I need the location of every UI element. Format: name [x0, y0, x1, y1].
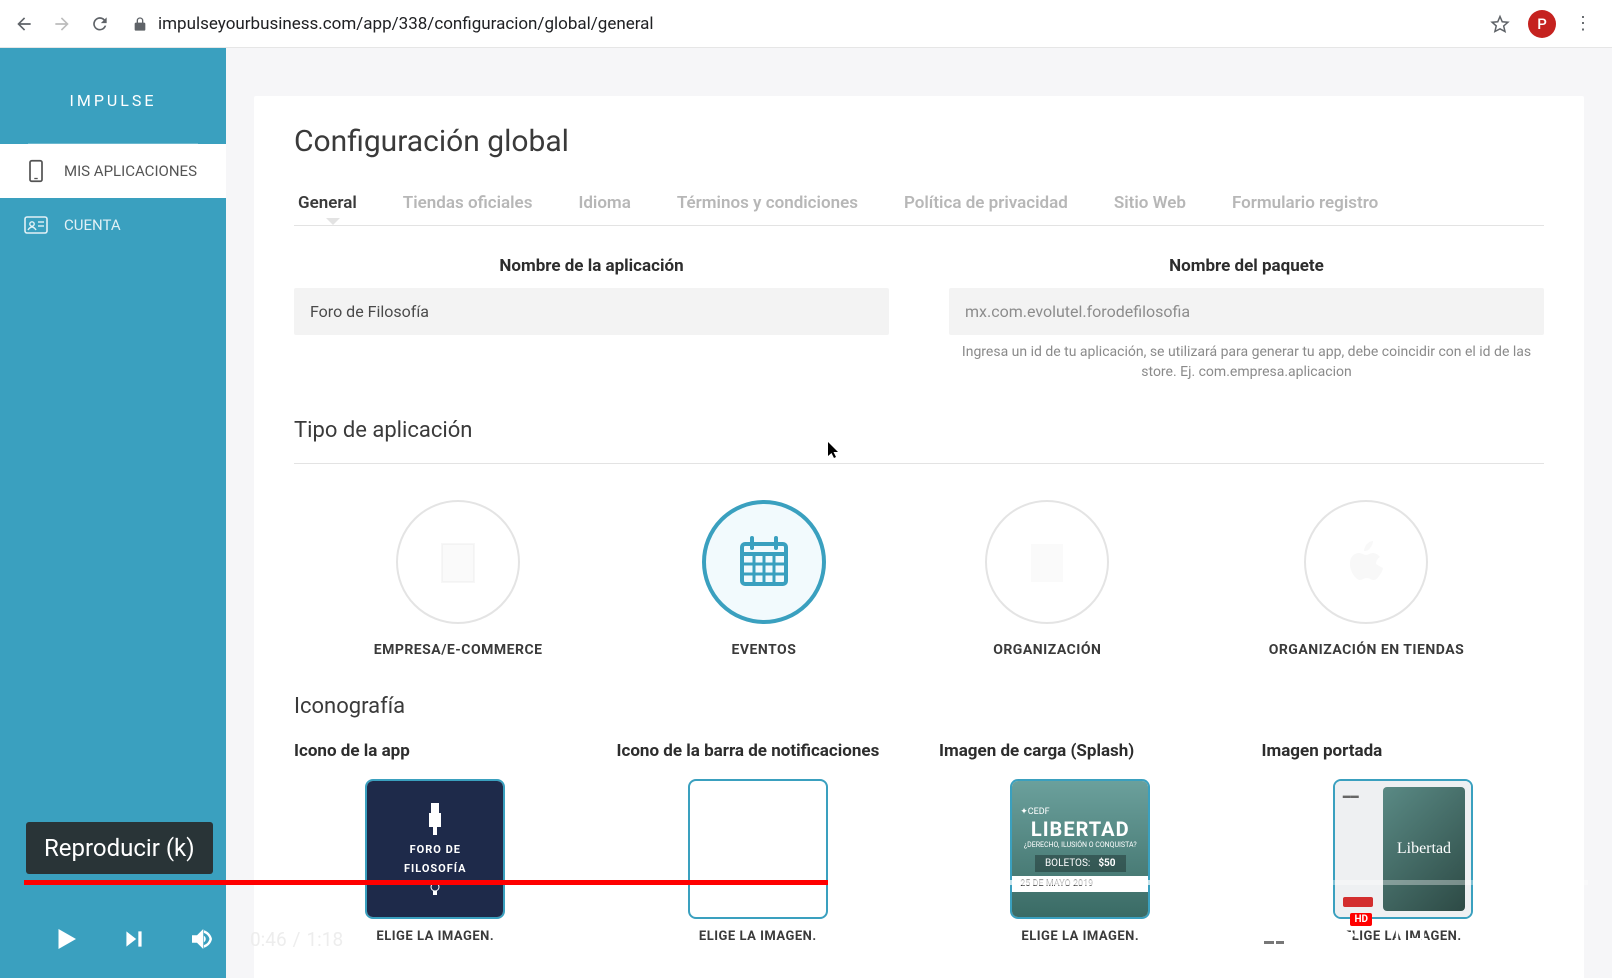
progress-played: [24, 880, 828, 885]
app-name-input[interactable]: [294, 288, 889, 335]
building-icon: [396, 500, 520, 624]
icono-portada-title: Imagen portada: [1262, 741, 1545, 761]
calendar-icon: [702, 500, 826, 624]
captions-icon: [1259, 927, 1289, 951]
next-button[interactable]: [114, 919, 154, 959]
building-icon: [985, 500, 1109, 624]
next-icon: [121, 926, 147, 952]
type-label: ORGANIZACIÓN: [993, 642, 1101, 658]
icono-notif-preview[interactable]: [688, 779, 828, 919]
package-help: Ingresa un id de tu aplicación, se utili…: [949, 343, 1544, 382]
type-organizacion[interactable]: ORGANIZACIÓN: [985, 500, 1109, 658]
icono-splash-preview[interactable]: ✦CEDF LIBERTAD ¿DERECHO, ILUSIÓN O CONQU…: [1010, 779, 1150, 919]
section-iconografia: Iconografía: [294, 694, 1544, 719]
tab-privacidad[interactable]: Política de privacidad: [900, 181, 1072, 225]
account-icon: [24, 216, 48, 234]
main-content: Configuración global General Tiendas ofi…: [226, 48, 1612, 978]
type-label: EMPRESA/E-COMMERCE: [374, 642, 543, 658]
theater-icon: [1462, 928, 1494, 950]
volume-icon: [187, 924, 217, 954]
tab-general[interactable]: General: [294, 181, 361, 225]
gear-icon: [1328, 925, 1356, 953]
tabs: General Tiendas oficiales Idioma Término…: [294, 181, 1544, 226]
tab-sitio[interactable]: Sitio Web: [1110, 181, 1190, 225]
type-eventos[interactable]: EVENTOS: [702, 500, 826, 658]
app-name-label: Nombre de la aplicación: [294, 256, 889, 276]
browser-menu-button[interactable]: ⋮: [1574, 13, 1592, 34]
url-text: impulseyourbusiness.com/app/338/configur…: [158, 14, 654, 34]
captions-button[interactable]: [1254, 919, 1294, 959]
forward-button[interactable]: [50, 12, 74, 36]
sidebar-item-label: MIS APLICACIONES: [64, 162, 197, 180]
player-controls: 0:46 / 1:18 HD: [24, 900, 1588, 978]
play-tooltip: Reproducir (k): [26, 822, 213, 874]
tab-terminos[interactable]: Términos y condiciones: [673, 181, 862, 225]
play-icon: [51, 922, 81, 956]
arrow-right-icon: [52, 14, 72, 34]
fist-icon: [421, 801, 449, 837]
package-input[interactable]: [949, 288, 1544, 335]
icono-app-title: Icono de la app: [294, 741, 577, 761]
icono-splash-title: Imagen de carga (Splash): [939, 741, 1222, 761]
icono-portada-preview[interactable]: Libertad ▬▬: [1333, 779, 1473, 919]
type-empresa[interactable]: EMPRESA/E-COMMERCE: [374, 500, 543, 658]
hd-badge: HD: [1350, 913, 1372, 926]
sidebar-item-label: CUENTA: [64, 216, 121, 234]
sidebar-item-account[interactable]: CUENTA: [0, 198, 226, 252]
time-display: 0:46 / 1:18: [250, 928, 343, 951]
profile-avatar[interactable]: P: [1528, 10, 1556, 38]
package-label: Nombre del paquete: [949, 256, 1544, 276]
apple-icon: [1304, 500, 1428, 624]
tab-idioma[interactable]: Idioma: [574, 181, 634, 225]
play-button[interactable]: [46, 919, 86, 959]
arrow-left-icon: [14, 14, 34, 34]
bookmark-button[interactable]: [1490, 14, 1510, 34]
fullscreen-icon: [1532, 925, 1560, 953]
reload-button[interactable]: [88, 12, 112, 36]
icono-notif-title: Icono de la barra de notificaciones: [617, 741, 900, 761]
type-org-tiendas[interactable]: ORGANIZACIÓN EN TIENDAS: [1269, 500, 1465, 658]
type-label: ORGANIZACIÓN EN TIENDAS: [1269, 642, 1465, 658]
volume-button[interactable]: [182, 919, 222, 959]
miniplayer-button[interactable]: [1390, 919, 1430, 959]
reload-icon: [90, 14, 110, 34]
back-button[interactable]: [12, 12, 36, 36]
brand: IMPULSE: [28, 48, 198, 144]
theater-button[interactable]: [1458, 919, 1498, 959]
tab-tiendas[interactable]: Tiendas oficiales: [399, 181, 537, 225]
address-bar[interactable]: impulseyourbusiness.com/app/338/configur…: [126, 14, 1476, 34]
sidebar-item-apps[interactable]: MIS APLICACIONES: [0, 144, 226, 198]
browser-toolbar: impulseyourbusiness.com/app/338/configur…: [0, 0, 1612, 48]
fullscreen-button[interactable]: [1526, 919, 1566, 959]
progress-bar[interactable]: [24, 880, 1588, 885]
section-type: Tipo de aplicación: [294, 418, 1544, 464]
lock-icon: [132, 16, 148, 32]
settings-button[interactable]: HD: [1322, 919, 1362, 959]
tab-formulario[interactable]: Formulario registro: [1228, 181, 1382, 225]
icono-app-preview[interactable]: FORO DE FILOSOFÍA: [365, 779, 505, 919]
miniplayer-icon: [1395, 927, 1425, 951]
type-label: EVENTOS: [731, 642, 796, 658]
page-title: Configuración global: [294, 96, 1544, 159]
phone-icon: [24, 162, 48, 180]
